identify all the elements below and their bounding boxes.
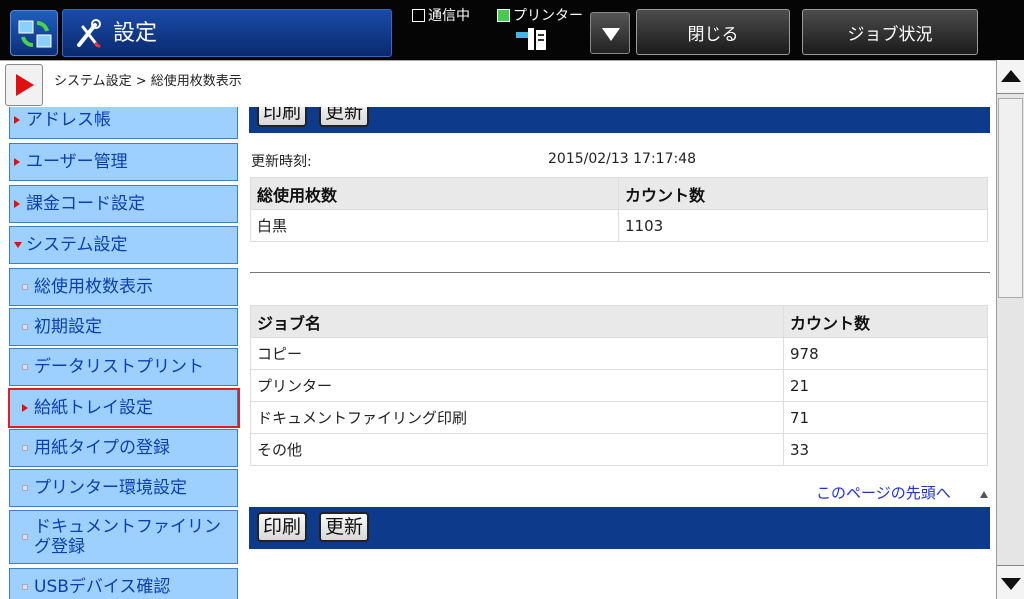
sidebar: アドレス帳 ユーザー管理 課金コード設定 システム設定 総使用枚数表示 初期設定… bbox=[0, 107, 242, 599]
table-cell: 71 bbox=[783, 401, 988, 434]
sidebar-item-label: 課金コード設定 bbox=[26, 194, 145, 214]
sidebar-item-billing-code[interactable]: 課金コード設定 bbox=[9, 185, 238, 223]
status-indicator-icon bbox=[497, 8, 510, 22]
bullet-icon bbox=[22, 534, 28, 540]
main-content: 印刷 更新 更新時刻: 2015/02/13 17:17:48 総使用枚数 カウ… bbox=[242, 107, 996, 599]
action-bar-bottom: 印刷 更新 bbox=[249, 507, 990, 549]
divider bbox=[250, 272, 990, 273]
sidebar-item-label: プリンター環境設定 bbox=[34, 478, 187, 498]
table-cell: プリンター bbox=[250, 369, 784, 402]
total-count-table: 総使用枚数 カウント数 白黒 1103 bbox=[250, 177, 988, 242]
table-row: コピー 978 bbox=[250, 337, 988, 370]
table-cell: 白黒 bbox=[250, 209, 619, 242]
sidebar-item-paper-tray[interactable]: 給紙トレイ設定 bbox=[9, 389, 238, 427]
status-communication: 通信中 bbox=[412, 5, 470, 25]
bullet-icon bbox=[22, 445, 28, 451]
sidebar-item-address-book[interactable]: アドレス帳 bbox=[9, 107, 238, 139]
tools-icon bbox=[77, 19, 101, 49]
sidebar-item-label: ユーザー管理 bbox=[26, 152, 128, 172]
status-comm-label: 通信中 bbox=[428, 8, 470, 24]
breadcrumb-bar: システム設定 > 総使用枚数表示 bbox=[0, 60, 996, 107]
refresh-home-icon bbox=[18, 20, 52, 48]
scroll-down-button[interactable] bbox=[997, 565, 1024, 599]
bullet-icon bbox=[22, 364, 28, 370]
sidebar-item-label: 用紙タイプの登録 bbox=[34, 438, 170, 458]
table-cell: 21 bbox=[783, 369, 988, 402]
table-cell: 1103 bbox=[618, 209, 988, 242]
sidebar-item-data-list-print[interactable]: データリストプリント bbox=[9, 348, 238, 386]
sidebar-item-label: データリストプリント bbox=[34, 357, 204, 377]
menu-toggle-button[interactable] bbox=[5, 64, 43, 106]
arrow-right-icon bbox=[14, 158, 20, 166]
title-box: 設定 bbox=[62, 9, 392, 57]
table-header-row: 総使用枚数 カウント数 bbox=[250, 177, 988, 210]
status-printer: プリンター bbox=[497, 5, 583, 25]
arrow-right-icon bbox=[22, 404, 28, 412]
chevron-down-icon bbox=[602, 28, 620, 41]
refresh-button[interactable]: 更新 bbox=[319, 512, 370, 542]
play-arrow-icon bbox=[16, 74, 34, 96]
table-row: 白黒 1103 bbox=[250, 209, 988, 242]
table-cell: コピー bbox=[250, 337, 784, 370]
table-cell: その他 bbox=[250, 433, 784, 466]
table-cell: ドキュメントファイリング印刷 bbox=[250, 401, 784, 434]
column-header: カウント数 bbox=[783, 305, 988, 338]
updated-label: 更新時刻: bbox=[251, 154, 312, 170]
sidebar-item-label: 初期設定 bbox=[34, 317, 102, 337]
sidebar-item-user-management[interactable]: ユーザー管理 bbox=[9, 143, 238, 181]
arrow-right-icon bbox=[14, 116, 20, 124]
top-bar: 設定 通信中 プリンター 閉じる ジョブ状況 bbox=[0, 0, 1024, 60]
scroll-thumb[interactable] bbox=[998, 98, 1023, 298]
print-button[interactable]: 印刷 bbox=[257, 512, 308, 542]
page-title: 設定 bbox=[113, 21, 158, 46]
page-top-link[interactable]: このページの先頭へ bbox=[816, 482, 951, 503]
sidebar-item-document-filing[interactable]: ドキュメントファイリング登録 bbox=[9, 510, 238, 564]
home-button[interactable] bbox=[10, 10, 58, 56]
sidebar-item-system-settings[interactable]: システム設定 bbox=[9, 226, 238, 264]
table-cell: 978 bbox=[783, 337, 988, 370]
table-cell: 33 bbox=[783, 433, 988, 466]
table-header-row: ジョブ名 カウント数 bbox=[250, 305, 988, 338]
column-header: カウント数 bbox=[618, 177, 988, 210]
triangle-up-icon bbox=[980, 491, 988, 498]
checkbox-icon bbox=[412, 8, 425, 22]
refresh-button[interactable]: 更新 bbox=[319, 107, 370, 127]
column-header: ジョブ名 bbox=[250, 305, 784, 338]
bullet-icon bbox=[22, 584, 28, 590]
arrow-up-icon bbox=[1001, 70, 1021, 82]
sidebar-item-label: USBデバイス確認 bbox=[34, 577, 171, 597]
action-bar-top: 印刷 更新 bbox=[249, 107, 990, 133]
close-button[interactable]: 閉じる bbox=[636, 9, 790, 55]
sidebar-item-total-count[interactable]: 総使用枚数表示 bbox=[9, 268, 238, 306]
sidebar-item-paper-type[interactable]: 用紙タイプの登録 bbox=[9, 429, 238, 467]
bullet-icon bbox=[22, 324, 28, 330]
table-row: プリンター 21 bbox=[250, 369, 988, 402]
scrollbar[interactable] bbox=[996, 60, 1024, 599]
table-row: その他 33 bbox=[250, 433, 988, 466]
arrow-right-icon bbox=[14, 200, 20, 208]
sidebar-item-label: 総使用枚数表示 bbox=[34, 277, 153, 297]
sidebar-item-label: ドキュメントファイリング登録 bbox=[34, 517, 221, 557]
printer-icon bbox=[516, 28, 546, 50]
status-printer-label: プリンター bbox=[513, 8, 583, 24]
bullet-icon bbox=[22, 284, 28, 290]
sidebar-item-printer-env[interactable]: プリンター環境設定 bbox=[9, 469, 238, 507]
updated-value: 2015/02/13 17:17:48 bbox=[548, 151, 697, 167]
job-status-button[interactable]: ジョブ状況 bbox=[802, 9, 978, 55]
print-button[interactable]: 印刷 bbox=[257, 107, 308, 127]
bullet-icon bbox=[22, 485, 28, 491]
job-count-table: ジョブ名 カウント数 コピー 978 プリンター 21 ドキュメントファイリング… bbox=[250, 305, 988, 466]
sidebar-item-label: 給紙トレイ設定 bbox=[34, 398, 153, 418]
sidebar-item-label: システム設定 bbox=[26, 235, 128, 255]
scroll-up-button[interactable] bbox=[997, 60, 1024, 94]
status-dropdown-button[interactable] bbox=[590, 12, 630, 54]
arrow-down-icon bbox=[1001, 578, 1021, 590]
sidebar-item-label: アドレス帳 bbox=[26, 110, 111, 130]
sidebar-item-initial-settings[interactable]: 初期設定 bbox=[9, 308, 238, 346]
arrow-down-icon bbox=[14, 242, 22, 248]
breadcrumb: システム設定 > 総使用枚数表示 bbox=[54, 74, 242, 89]
column-header: 総使用枚数 bbox=[250, 177, 619, 210]
table-row: ドキュメントファイリング印刷 71 bbox=[250, 401, 988, 434]
sidebar-item-usb-device[interactable]: USBデバイス確認 bbox=[9, 568, 238, 599]
